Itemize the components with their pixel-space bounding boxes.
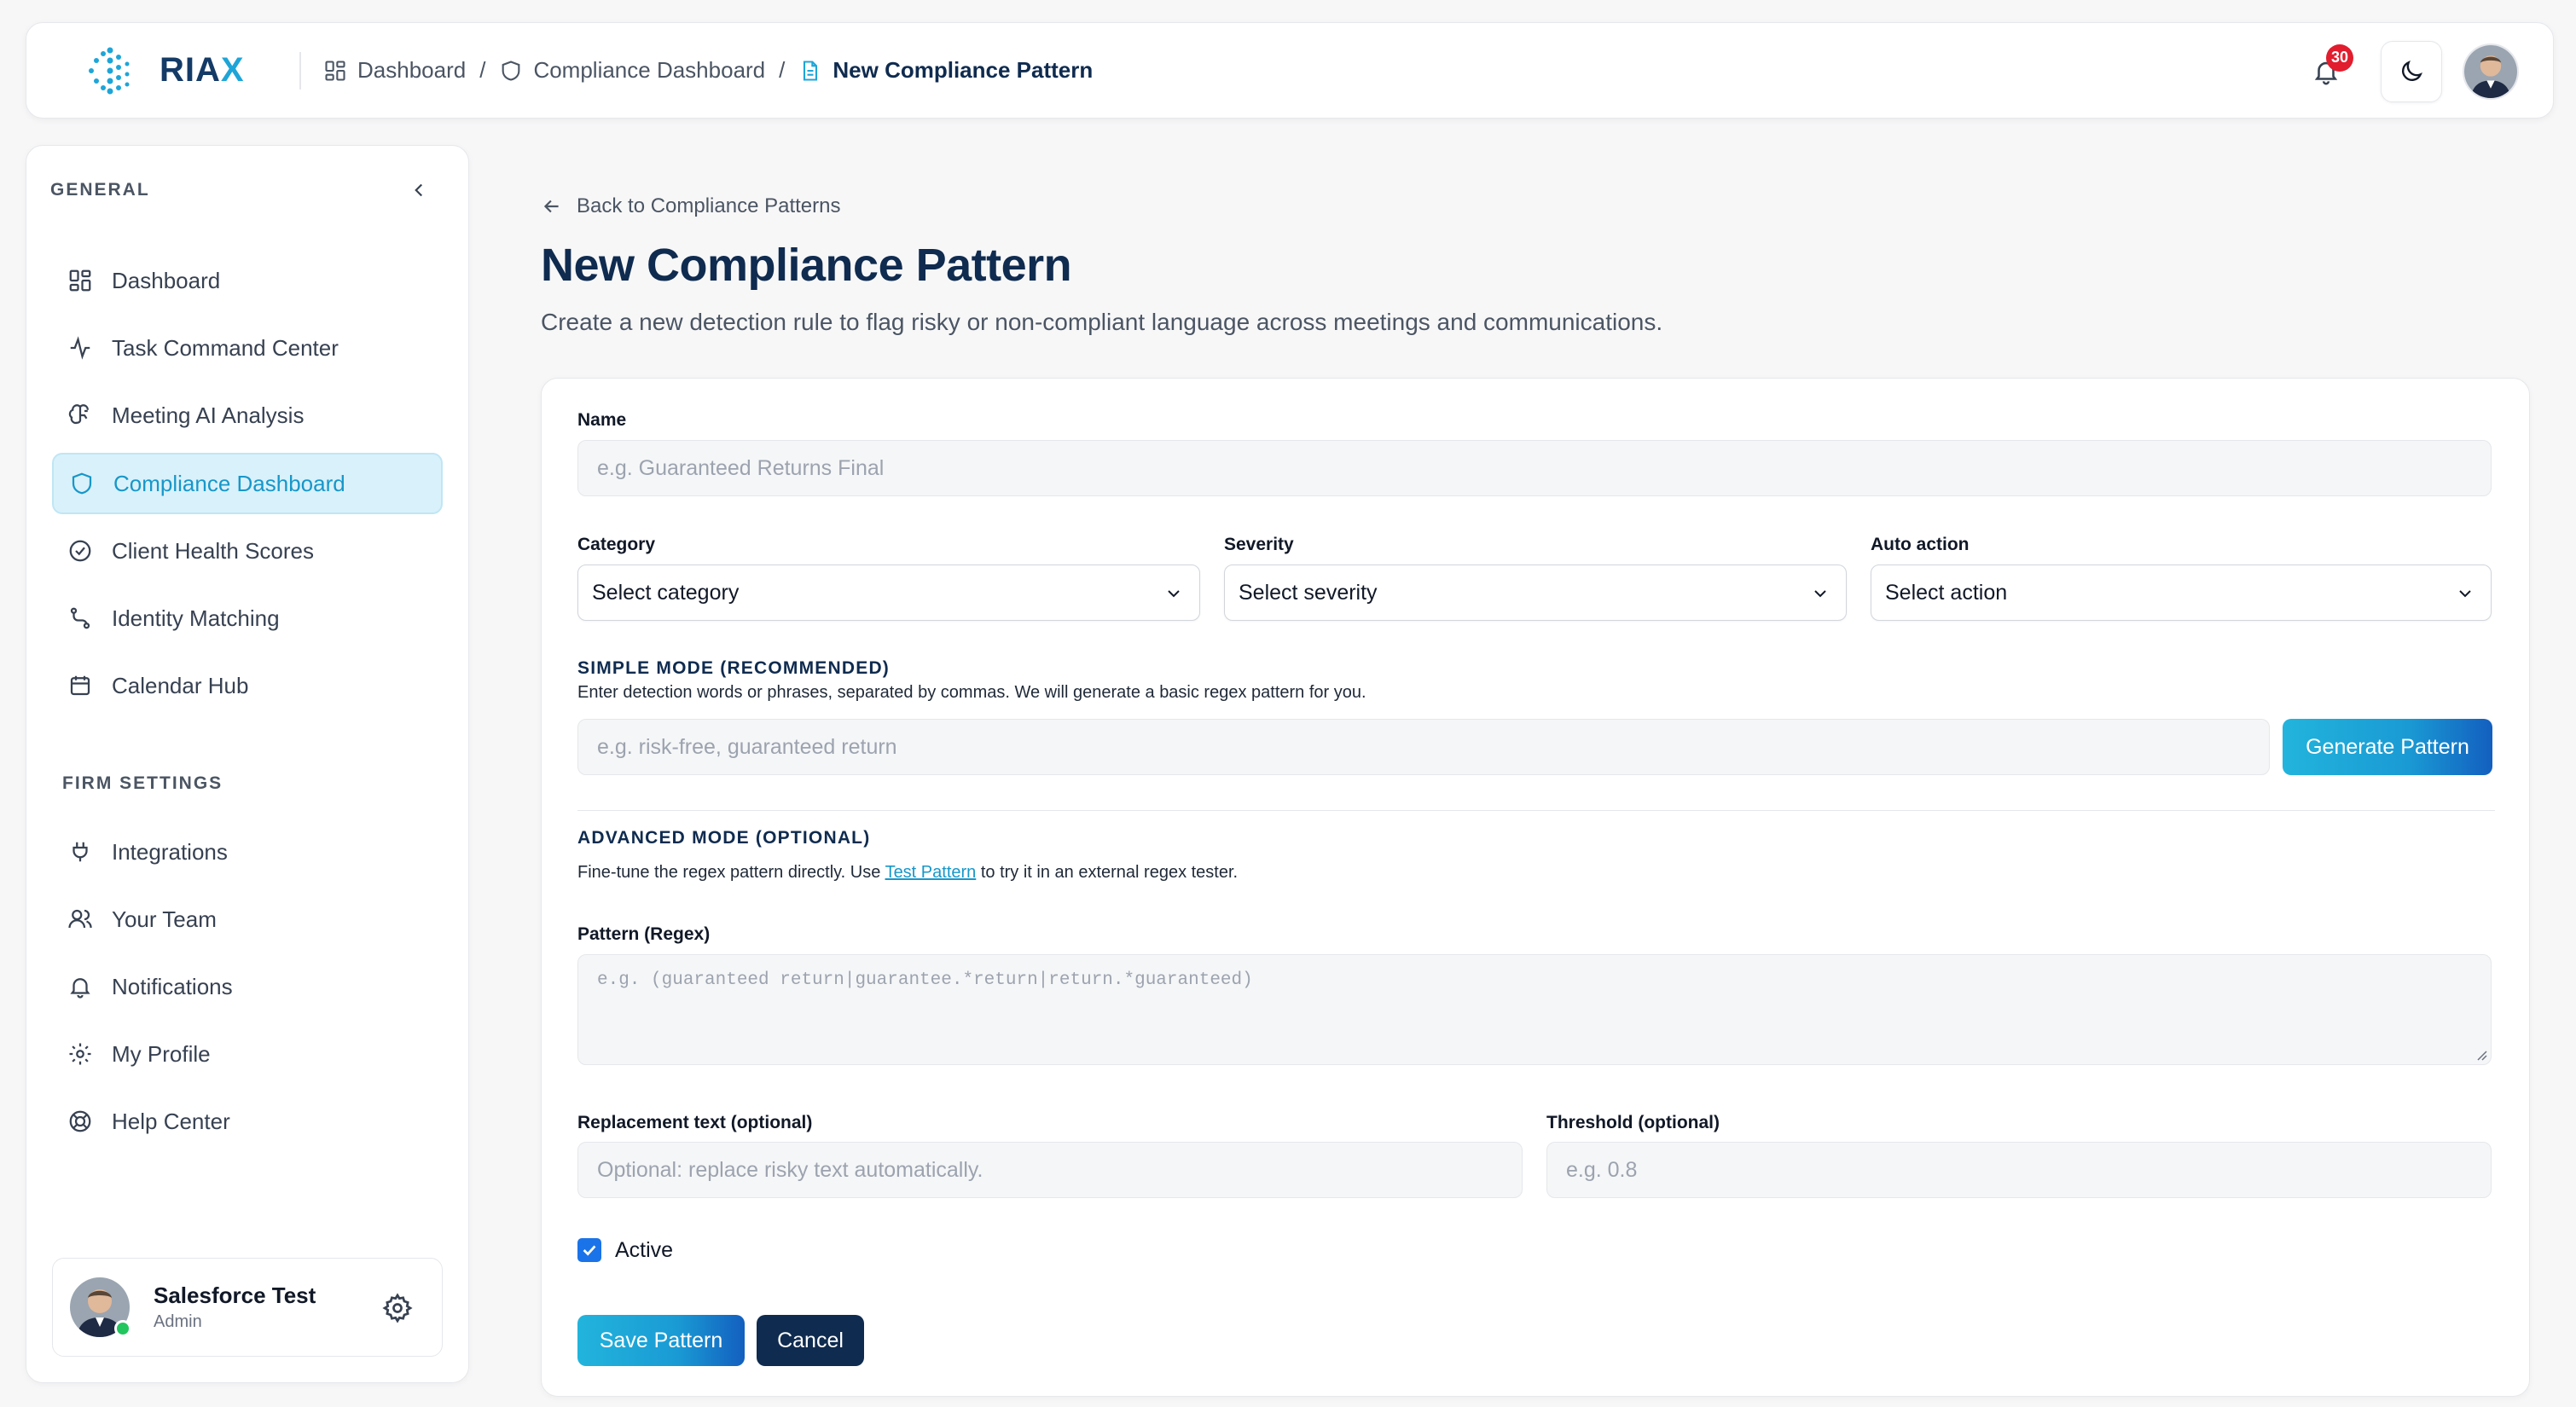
generate-pattern-button[interactable]: Generate Pattern — [2283, 719, 2492, 775]
lifebuoy-icon — [69, 1110, 91, 1132]
grid-icon — [69, 269, 91, 292]
sidebar-item-meeting-ai-analysis[interactable]: Meeting AI Analysis — [52, 385, 443, 446]
threshold-label: Threshold (optional) — [1546, 1113, 1720, 1132]
sidebar-item-identity-matching[interactable]: Identity Matching — [52, 588, 443, 649]
avatar-photo-icon — [2464, 44, 2517, 98]
settings-gear-icon[interactable] — [382, 1293, 413, 1323]
activity-icon — [70, 336, 90, 360]
sidebar: GENERAL Dashboard Task Command Center Me… — [26, 145, 469, 1383]
sidebar-item-dashboard[interactable]: Dashboard — [52, 250, 443, 311]
route-icon — [70, 607, 90, 629]
sidebar-item-help-center[interactable]: Help Center — [52, 1091, 443, 1152]
save-pattern-button[interactable]: Save Pattern — [577, 1315, 745, 1366]
user-avatar[interactable] — [2463, 43, 2519, 100]
severity-select[interactable]: Select severity — [1224, 565, 1847, 621]
notification-badge: 30 — [2326, 43, 2353, 72]
sidebar-item-your-team[interactable]: Your Team — [52, 889, 443, 950]
regex-label: Pattern (Regex) — [577, 924, 711, 944]
chevron-down-icon — [1168, 590, 1180, 598]
advanced-mode-title: ADVANCED MODE (OPTIONAL) — [577, 828, 871, 848]
sidebar-section-general: GENERAL — [50, 180, 150, 200]
bell-icon — [70, 978, 90, 999]
severity-label: Severity — [1224, 535, 1294, 554]
checkmark-icon — [583, 1245, 596, 1256]
user-name: Salesforce Test — [154, 1283, 316, 1308]
plug-icon — [73, 842, 88, 862]
chevron-left-icon — [415, 183, 423, 197]
auto-action-select[interactable]: Select action — [1871, 565, 2492, 621]
gear-icon — [69, 1043, 91, 1065]
top-bar: RIAX Dashboard / Compliance Dashboard / … — [26, 22, 2554, 119]
threshold-input[interactable] — [1546, 1142, 2492, 1198]
sidebar-item-client-health-scores[interactable]: Client Health Scores — [52, 520, 443, 582]
arrow-left-icon — [543, 200, 559, 213]
category-label: Category — [577, 535, 656, 554]
replacement-text-input[interactable] — [577, 1142, 1523, 1198]
test-pattern-link[interactable]: Test Pattern — [885, 863, 977, 882]
breadcrumb: Dashboard / Compliance Dashboard / New C… — [323, 57, 1093, 84]
breadcrumb-current: New Compliance Pattern — [798, 57, 1093, 84]
sidebar-item-my-profile[interactable]: My Profile — [52, 1023, 443, 1085]
document-icon — [804, 60, 818, 81]
brand-name: RIAX — [160, 51, 245, 89]
logo-mark-icon — [89, 47, 130, 94]
sidebar-item-integrations[interactable]: Integrations — [52, 821, 443, 883]
resize-handle-icon[interactable] — [2474, 1047, 2487, 1061]
breadcrumb-compliance-dashboard[interactable]: Compliance Dashboard — [499, 57, 765, 84]
simple-mode-title: SIMPLE MODE (RECOMMENDED) — [577, 658, 890, 678]
section-divider — [577, 810, 2495, 811]
page-header: Back to Compliance Patterns New Complian… — [541, 171, 1662, 336]
replacement-label: Replacement text (optional) — [577, 1113, 813, 1132]
theme-toggle-button[interactable] — [2381, 40, 2442, 102]
advanced-mode-description: Fine-tune the regex pattern directly. Us… — [577, 863, 1239, 882]
cancel-button[interactable]: Cancel — [757, 1315, 864, 1366]
chevron-down-icon — [2459, 590, 2471, 598]
brand-logo[interactable]: RIAX — [78, 38, 291, 103]
page-title: New Compliance Pattern — [541, 240, 1072, 291]
name-input[interactable] — [577, 440, 2492, 496]
active-checkbox[interactable] — [577, 1238, 601, 1262]
sidebar-item-compliance-dashboard[interactable]: Compliance Dashboard — [52, 453, 443, 514]
breadcrumb-separator: / — [479, 57, 486, 83]
user-role: Admin — [154, 1312, 202, 1331]
online-status-indicator — [114, 1320, 131, 1337]
brain-icon — [68, 404, 89, 425]
active-label[interactable]: Active — [615, 1238, 673, 1263]
calendar-icon — [70, 675, 90, 696]
user-card[interactable]: Salesforce Test Admin — [52, 1258, 443, 1357]
back-link[interactable]: Back to Compliance Patterns — [541, 194, 1662, 218]
shield-icon — [502, 60, 520, 81]
check-circle-icon — [69, 540, 91, 562]
shield-icon — [72, 472, 92, 495]
regex-textarea[interactable]: e.g. (guaranteed return|guarantee.*retur… — [577, 954, 2492, 1065]
sidebar-item-notifications[interactable]: Notifications — [52, 956, 443, 1017]
category-select[interactable]: Select category — [577, 565, 1200, 621]
sidebar-item-calendar-hub[interactable]: Calendar Hub — [52, 655, 443, 716]
moon-icon — [2402, 60, 2422, 81]
page-subtitle: Create a new detection rule to flag risk… — [541, 309, 1663, 335]
collapse-sidebar-button[interactable] — [403, 175, 434, 206]
sidebar-section-firm-settings: FIRM SETTINGS — [62, 773, 223, 793]
detection-phrases-input[interactable] — [577, 719, 2270, 775]
name-label: Name — [577, 410, 627, 430]
grid-icon — [325, 60, 345, 81]
breadcrumb-dashboard[interactable]: Dashboard — [323, 57, 466, 84]
auto-action-label: Auto action — [1871, 535, 1970, 554]
notifications-button[interactable]: 30 — [2292, 38, 2360, 106]
sidebar-item-task-command-center[interactable]: Task Command Center — [52, 317, 443, 379]
simple-mode-description: Enter detection words or phrases, separa… — [577, 683, 1366, 702]
pattern-form: Name Category Select category Severity S… — [541, 378, 2530, 1397]
chevron-down-icon — [1814, 590, 1826, 598]
breadcrumb-separator: / — [779, 57, 786, 83]
users-icon — [68, 909, 92, 929]
header-divider — [299, 51, 301, 90]
